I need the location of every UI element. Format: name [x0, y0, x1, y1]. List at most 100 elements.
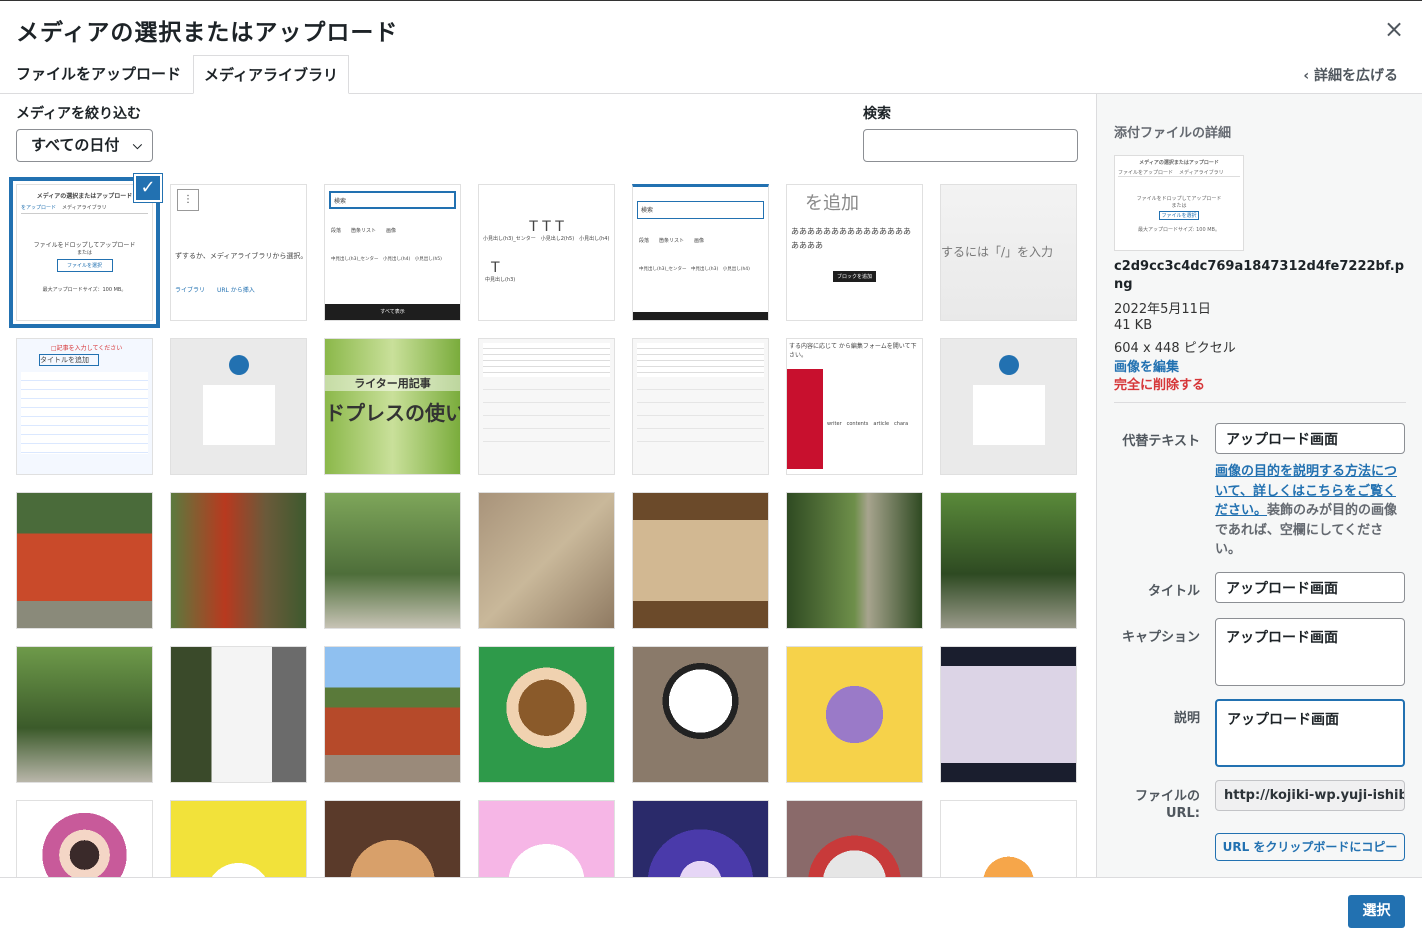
date-filter-value: すべての日付 [31, 136, 120, 154]
attachment-filename: c2d9cc3c4dc769a1847312d4fe7222bf.png [1114, 259, 1405, 292]
tab-upload[interactable]: ファイルをアップロード [6, 55, 191, 94]
tile-text: あああああああああああああああああああ [791, 227, 911, 250]
photo-tile[interactable] [16, 646, 153, 783]
attachment-details-heading: 添付ファイルの詳細 [1114, 126, 1232, 141]
file-url-field[interactable]: http://kojiki-wp.yuji-ishiba [1215, 780, 1405, 811]
edit-image-link[interactable]: 画像を編集 [1114, 356, 1179, 375]
chevron-down-icon: ⌵ [132, 138, 142, 152]
alt-text-label: 代替テキスト [1122, 434, 1200, 449]
tile-text: を追加 [805, 193, 859, 214]
tile-text: ずするか、メディアライブラリから選択。また [175, 252, 307, 260]
description-textarea[interactable]: アップロード画面 [1215, 699, 1405, 767]
attachment-tile[interactable]: 検索 段落 箇条リスト 画像 中見出し(h3)_センター 中見出し(h3) 小見… [632, 184, 769, 321]
expand-details-link[interactable]: ‹ 詳細を広げる [1303, 65, 1398, 85]
thumb-text: メディアライブラリ [1179, 170, 1224, 176]
attachment-tile[interactable] [478, 338, 615, 475]
delete-permanently-link[interactable]: 完全に削除する [1114, 374, 1205, 393]
close-icon[interactable]: × [1382, 15, 1406, 43]
photo-tile[interactable] [940, 492, 1077, 629]
tile-text: ファイルをドロップしてアップロード [33, 242, 136, 249]
tile-text: ライブラリ URL から挿入 [175, 287, 255, 294]
modal-footer: 選択 [0, 877, 1422, 941]
attachment-tile[interactable]: するには「/」を入力 [940, 184, 1077, 321]
thumb-text: 最大アップロードサイズ: 100 MB。 [1137, 227, 1220, 233]
caption-label: キャプション [1121, 630, 1200, 645]
tab-media-library[interactable]: メディアライブラリ [193, 55, 349, 94]
tile-text: 中見出し(h3) [485, 277, 516, 283]
photo-tile[interactable] [324, 646, 461, 783]
tile-text: 中見出し(h3)_センター 小見出し(h4) 小見出し(h5) [331, 257, 442, 262]
photo-tile[interactable] [478, 492, 615, 629]
photo-tile[interactable] [170, 492, 307, 629]
attachment-thumbnail[interactable]: メディアの選択またはアップロード ファイルをアップロード メディアライブラリ フ… [1114, 155, 1244, 251]
photo-tile[interactable] [324, 492, 461, 629]
attachment-tile[interactable] [170, 338, 307, 475]
attachment-filesize: 41 KB [1114, 318, 1153, 333]
search-input[interactable] [863, 129, 1078, 162]
photo-tile[interactable] [170, 646, 307, 783]
attachment-tile[interactable]: ⋮ ずするか、メディアライブラリから選択。また ライブラリ URL から挿入 [170, 184, 307, 321]
attachment-details-panel: 添付ファイルの詳細 メディアの選択またはアップロード ファイルをアップロード メ… [1096, 94, 1422, 877]
photo-tile[interactable] [632, 646, 769, 783]
attachment-tile[interactable] [940, 338, 1077, 475]
attachment-tile[interactable]: □記事を入力してください タイトルを追加 [16, 338, 153, 475]
attachment-tile[interactable]: する内容に応じて から編集フォームを開いて下さい。 writer content… [786, 338, 923, 475]
tile-text: 段落 箇条リスト 画像 [331, 228, 397, 234]
photo-tile[interactable] [16, 492, 153, 629]
tile-text: 検索 [329, 191, 456, 209]
tile-text: 検索 [637, 201, 764, 219]
attachment-tile[interactable]: T T T 小見出し(h3)_センター 小見出し2(h5) 小見出し(h4) T… [478, 184, 615, 321]
tile-text: または [76, 250, 92, 256]
attachment-tile[interactable]: 検索 段落 箇条リスト 画像 中見出し(h3)_センター 小見出し(h4) 小見… [324, 184, 461, 321]
select-button[interactable]: 選択 [1348, 895, 1405, 928]
photo-tile[interactable] [632, 492, 769, 629]
copy-url-button[interactable]: URL をクリップボードにコピー [1215, 833, 1405, 861]
filter-label: メディアを絞り込む [16, 106, 142, 122]
tile-text: メディアの選択またはアップロード [36, 193, 133, 200]
tile-text: すべて表示 [325, 304, 460, 320]
alt-text-input[interactable] [1215, 423, 1405, 454]
illustration-tile[interactable] [478, 646, 615, 783]
illustration-tile[interactable] [786, 646, 923, 783]
tab-bar: ファイルをアップロード メディアライブラリ [0, 55, 1422, 94]
attachment-tile[interactable]: ライター用記事 ドプレスの使い [324, 338, 461, 475]
description-label: 説明 [1173, 711, 1200, 726]
illustration-tile[interactable] [632, 800, 769, 877]
tile-text: する内容に応じて から編集フォームを開いて下さい。 [789, 343, 917, 359]
chevron-left-icon: ‹ [1303, 68, 1314, 84]
illustration-tile[interactable] [170, 800, 307, 877]
illustration-tile[interactable] [940, 646, 1077, 783]
thumb-text: ファイルをアップロード [1118, 170, 1174, 176]
tile-text: writer contents article chara [827, 421, 909, 427]
photo-tile[interactable] [324, 800, 461, 877]
illustration-tile[interactable] [16, 800, 153, 877]
tile-text: 最大アップロードサイズ：100 MB。 [42, 287, 127, 293]
illustration-tile[interactable] [478, 800, 615, 877]
date-filter-select[interactable]: すべての日付 ⌵ [16, 129, 153, 162]
photo-tile[interactable] [786, 492, 923, 629]
tile-text: 中見出し(h3)_センター 中見出し(h3) 小見出し(h4) [639, 267, 750, 272]
checkmark-icon[interactable]: ✓ [134, 174, 162, 202]
attachment-tile[interactable]: を追加 あああああああああああああああああああ ブロックを追加 [786, 184, 923, 321]
file-url-label: ファイルの URL: [1134, 789, 1200, 821]
tile-text: ブロックを追加 [833, 271, 877, 282]
media-browser: メディアを絞り込む すべての日付 ⌵ 検索 メディアの選択またはアップロード を… [0, 94, 1096, 877]
expand-details-label: 詳細を広げる [1314, 68, 1398, 84]
illustration-tile[interactable] [940, 800, 1077, 877]
thumb-text: メディアの選択またはアップロード [1139, 160, 1219, 166]
search-label: 検索 [863, 106, 891, 122]
attachment-tile-selected[interactable]: メディアの選択またはアップロード をアップロード メディアライブラリ ファイルを… [9, 177, 160, 328]
caption-textarea[interactable]: アップロード画面 [1215, 618, 1405, 686]
attachment-dimensions: 604 x 448 ピクセル [1114, 341, 1236, 356]
thumb-text: ファイルをドロップしてアップロード [1136, 196, 1222, 202]
attachment-tile[interactable] [632, 338, 769, 475]
title-input[interactable] [1215, 572, 1405, 603]
tile-text: メディアライブラリ [62, 205, 107, 211]
media-modal: メディアの選択またはアップロード × ファイルをアップロード メディアライブラリ… [0, 0, 1422, 941]
divider [1114, 402, 1406, 403]
thumb-text: または [1171, 203, 1187, 209]
illustration-tile[interactable] [786, 800, 923, 877]
modal-title: メディアの選択またはアップロード [16, 20, 399, 46]
tile-text: ライター用記事 [325, 375, 460, 391]
tile-text: ドプレスの使い [325, 401, 461, 425]
